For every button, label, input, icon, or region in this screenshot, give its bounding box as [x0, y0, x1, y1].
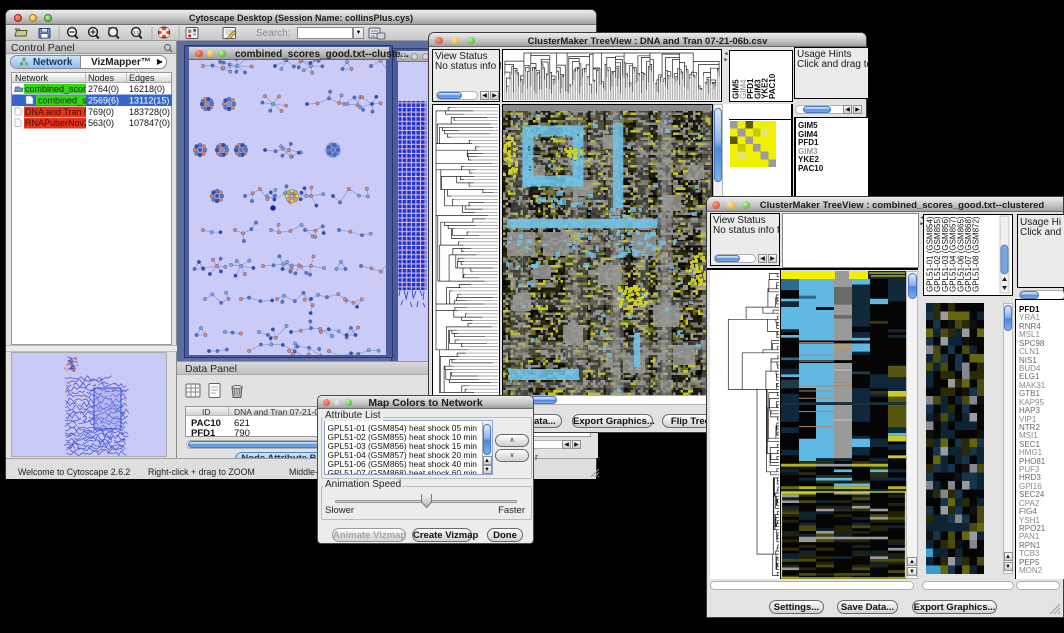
svg-text:563(0): 563(0)	[88, 118, 114, 128]
svg-text:PAC10: PAC10	[768, 73, 777, 99]
svg-text:183728(0): 183728(0)	[129, 106, 170, 116]
svg-text:107847(0): 107847(0)	[129, 118, 170, 128]
svg-text:769(0): 769(0)	[88, 106, 114, 116]
svg-text:DNA and Tran 07: DNA and Tran 07	[25, 106, 94, 116]
svg-text:16218(0): 16218(0)	[129, 83, 165, 93]
svg-text:2764(0): 2764(0)	[88, 83, 119, 93]
svg-text:2569(6): 2569(6)	[88, 95, 119, 105]
svg-text:GPL51-08 (GSM872): GPL51-08 (GSM872)	[972, 216, 981, 292]
svg-text:RNAPuberNov2+!: RNAPuberNov2+!	[25, 118, 97, 128]
svg-text:1:1: 1:1	[133, 30, 140, 35]
svg-text:13112(15): 13112(15)	[129, 95, 169, 105]
